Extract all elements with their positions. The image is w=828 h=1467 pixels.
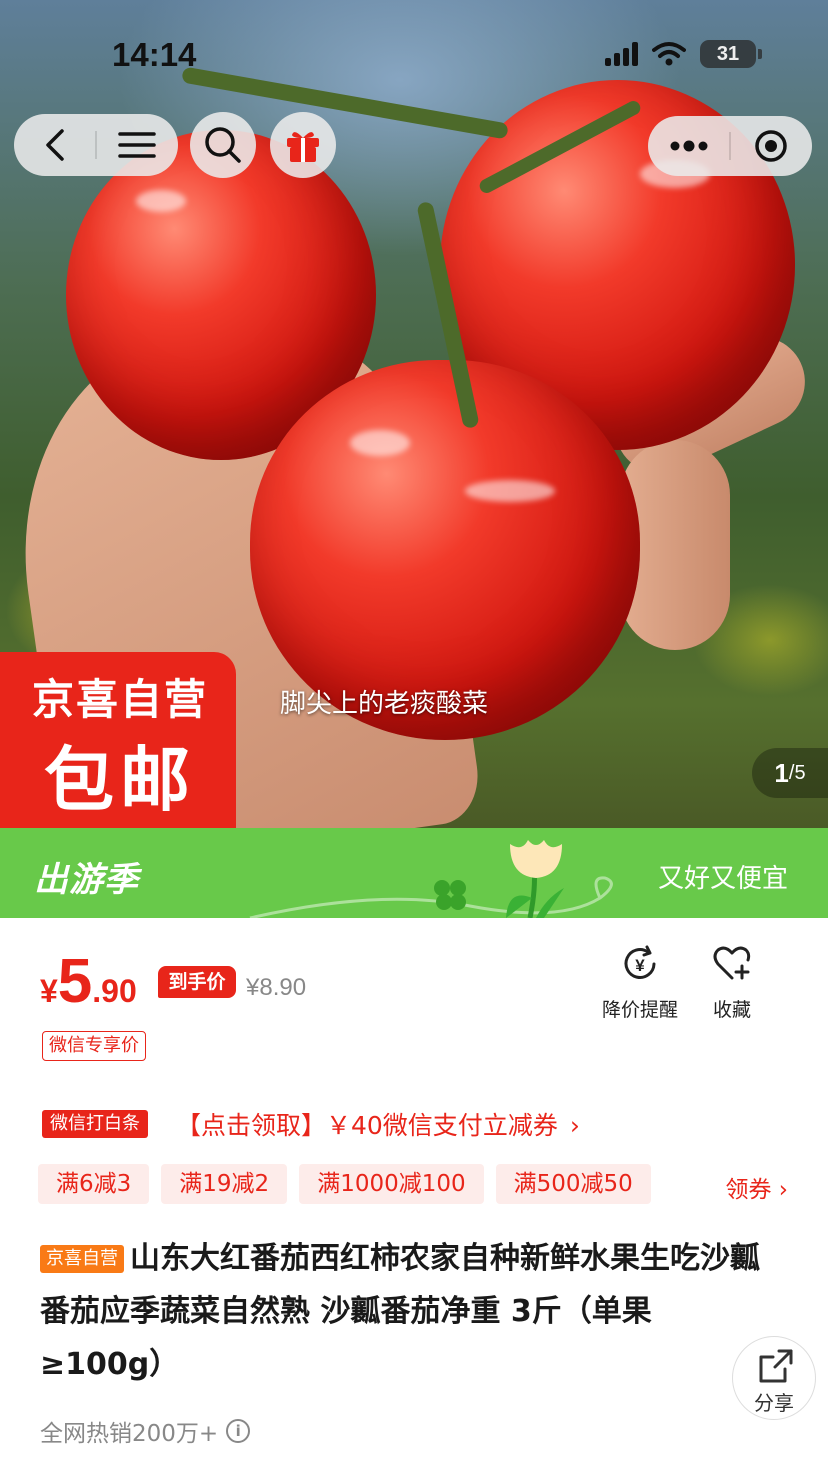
- cellular-signal-icon: [605, 42, 638, 66]
- more-button[interactable]: [648, 116, 729, 176]
- svg-text:¥: ¥: [635, 956, 645, 975]
- jingxi-self-operated-tag: 京喜自营: [40, 1245, 124, 1273]
- wechat-baitiao-tag: 微信打白条: [42, 1110, 148, 1138]
- image-counter-total: /5: [788, 761, 806, 784]
- final-price-tag: 到手价: [158, 966, 236, 998]
- close-mini-program-button[interactable]: [731, 116, 812, 176]
- status-time: 14:14: [112, 36, 197, 73]
- badge-jingxi-label: 京喜自营: [32, 675, 209, 724]
- tulip-icon: [506, 840, 564, 918]
- coupon-chip[interactable]: 满6减3: [38, 1164, 150, 1204]
- info-icon[interactable]: i: [226, 1419, 251, 1443]
- heart-plus-icon: [713, 946, 751, 980]
- nav-group: [14, 114, 178, 176]
- wifi-icon: [652, 42, 686, 66]
- status-icons: 31: [605, 40, 762, 68]
- price-drop-icon: ¥: [624, 945, 656, 979]
- product-title-text: 山东大红番茄西红柿农家自种新鲜水果生吃沙瓤番茄应季蔬菜自然熟 沙瓤番茄净重 3斤…: [40, 1241, 760, 1382]
- favorite-label: 收藏: [712, 999, 751, 1021]
- coupon-text: 【点击领取】￥40微信支付立减券: [176, 1111, 558, 1140]
- coupon-chips: 满6减3 满19减2 满1000减100 满500减50: [38, 1164, 651, 1204]
- gift-button[interactable]: [270, 112, 336, 178]
- share-button[interactable]: 分享: [732, 1336, 816, 1420]
- clover-icon: [434, 880, 466, 910]
- sales-text: 全网热销200万+: [40, 1421, 219, 1447]
- current-price: ¥ 5 .90: [40, 946, 137, 1017]
- coupon-chip[interactable]: 满500减50: [495, 1164, 651, 1204]
- search-icon: [205, 127, 241, 163]
- product-image-carousel[interactable]: 14:14 31 京喜自营 包邮 脚尖上的老痰酸菜 1 /5: [0, 0, 828, 828]
- search-button[interactable]: [190, 112, 256, 178]
- chevron-right-icon: ›: [569, 1111, 580, 1140]
- price-alert-label: 降价提醒: [601, 999, 678, 1021]
- back-arrow-icon: [45, 129, 64, 161]
- share-label: 分享: [754, 1391, 794, 1415]
- jingxi-free-shipping-badge: 京喜自营 包邮: [0, 652, 236, 828]
- wechat-exclusive-tag: 微信专享价: [42, 1031, 146, 1061]
- badge-free-shipping-label: 包邮: [44, 739, 196, 821]
- menu-button[interactable]: [97, 114, 178, 176]
- banner-title: 出游季: [34, 860, 139, 900]
- coupon-chip[interactable]: 满19减2: [161, 1164, 288, 1204]
- image-counter: 1 /5: [752, 748, 828, 798]
- price-currency: ¥: [40, 973, 58, 1009]
- favorite-button[interactable]: 收藏: [704, 944, 760, 1022]
- gift-icon: [287, 132, 319, 162]
- original-price: ¥8.90: [246, 974, 307, 1001]
- more-dots-icon: [670, 140, 707, 152]
- mini-program-capsule: [648, 116, 812, 176]
- back-button[interactable]: [14, 114, 95, 176]
- get-coupon-button[interactable]: 领券 ›: [725, 1170, 788, 1204]
- wechat-pay-coupon-link[interactable]: 【点击领取】￥40微信支付立减券 ›: [176, 1106, 580, 1142]
- target-close-icon: [755, 130, 788, 162]
- battery-icon: 31: [700, 40, 762, 68]
- menu-icon: [118, 132, 157, 158]
- promo-banner[interactable]: 出游季 又好又便宜: [0, 828, 828, 918]
- coupon-chip[interactable]: 满1000减100: [299, 1164, 484, 1204]
- product-title: 京喜自营 山东大红番茄西红柿农家自种新鲜水果生吃沙瓤番茄应季蔬菜自然熟 沙瓤番茄净…: [40, 1232, 770, 1391]
- share-icon: [759, 1349, 793, 1383]
- banner-slogan: 又好又便宜: [657, 864, 788, 894]
- image-counter-current: 1: [774, 757, 789, 788]
- price-alert-button[interactable]: ¥ 降价提醒: [600, 944, 680, 1022]
- sales-info[interactable]: 全网热销200万+ i: [40, 1414, 251, 1448]
- image-caption: 脚尖上的老痰酸菜: [280, 689, 489, 719]
- price-decimal: .90: [92, 973, 137, 1009]
- price-integer: 5: [57, 947, 93, 1016]
